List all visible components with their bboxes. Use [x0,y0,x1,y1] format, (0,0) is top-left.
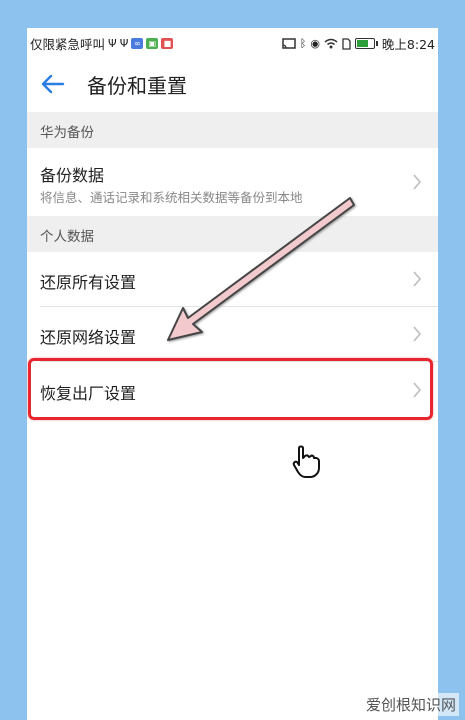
section-header-label: 华为备份 [40,125,94,141]
hand-cursor-icon [292,445,320,478]
list-item-label: 备份数据 [40,166,105,185]
carrier-status: 仅限紧急呼叫 [30,37,106,52]
list-item-label: 还原网络设置 [40,328,137,347]
section-header-label: 个人数据 [40,229,94,245]
chevron-right-icon [413,174,422,190]
page-title: 备份和重置 [87,74,187,98]
bluetooth-icon: ᛒ [299,37,307,50]
app-notification-icon: ▣ [146,38,159,49]
battery-icon [354,38,378,49]
app-notification-icon: ■ [161,38,174,49]
pointer-arrow-annotation [167,197,355,341]
list-item-label: 还原所有设置 [40,273,137,292]
chevron-right-icon [413,271,422,287]
watermark: 爱创根知识网 [362,693,459,716]
back-arrow-icon[interactable] [39,70,67,98]
clock: 晚上8:24 [381,37,435,52]
status-bar: 仅限紧急呼叫 Ψ Ψ ∞ ▣ ■ ᛒ ◉ 晚上8:24 [27,28,438,56]
sim-icon [342,37,351,50]
usb-icon: Ψ [119,37,129,50]
chevron-right-icon [413,326,422,342]
factory-reset-highlight-box [28,358,433,420]
section-header-huawei-backup: 华为备份 [27,112,438,148]
cast-icon [281,37,296,49]
usb-icon: Ψ [108,37,117,50]
app-notification-icon: ∞ [131,38,144,49]
eye-icon: ◉ [310,37,320,50]
app-bar: 备份和重置 [27,56,438,112]
wifi-icon [324,38,338,49]
